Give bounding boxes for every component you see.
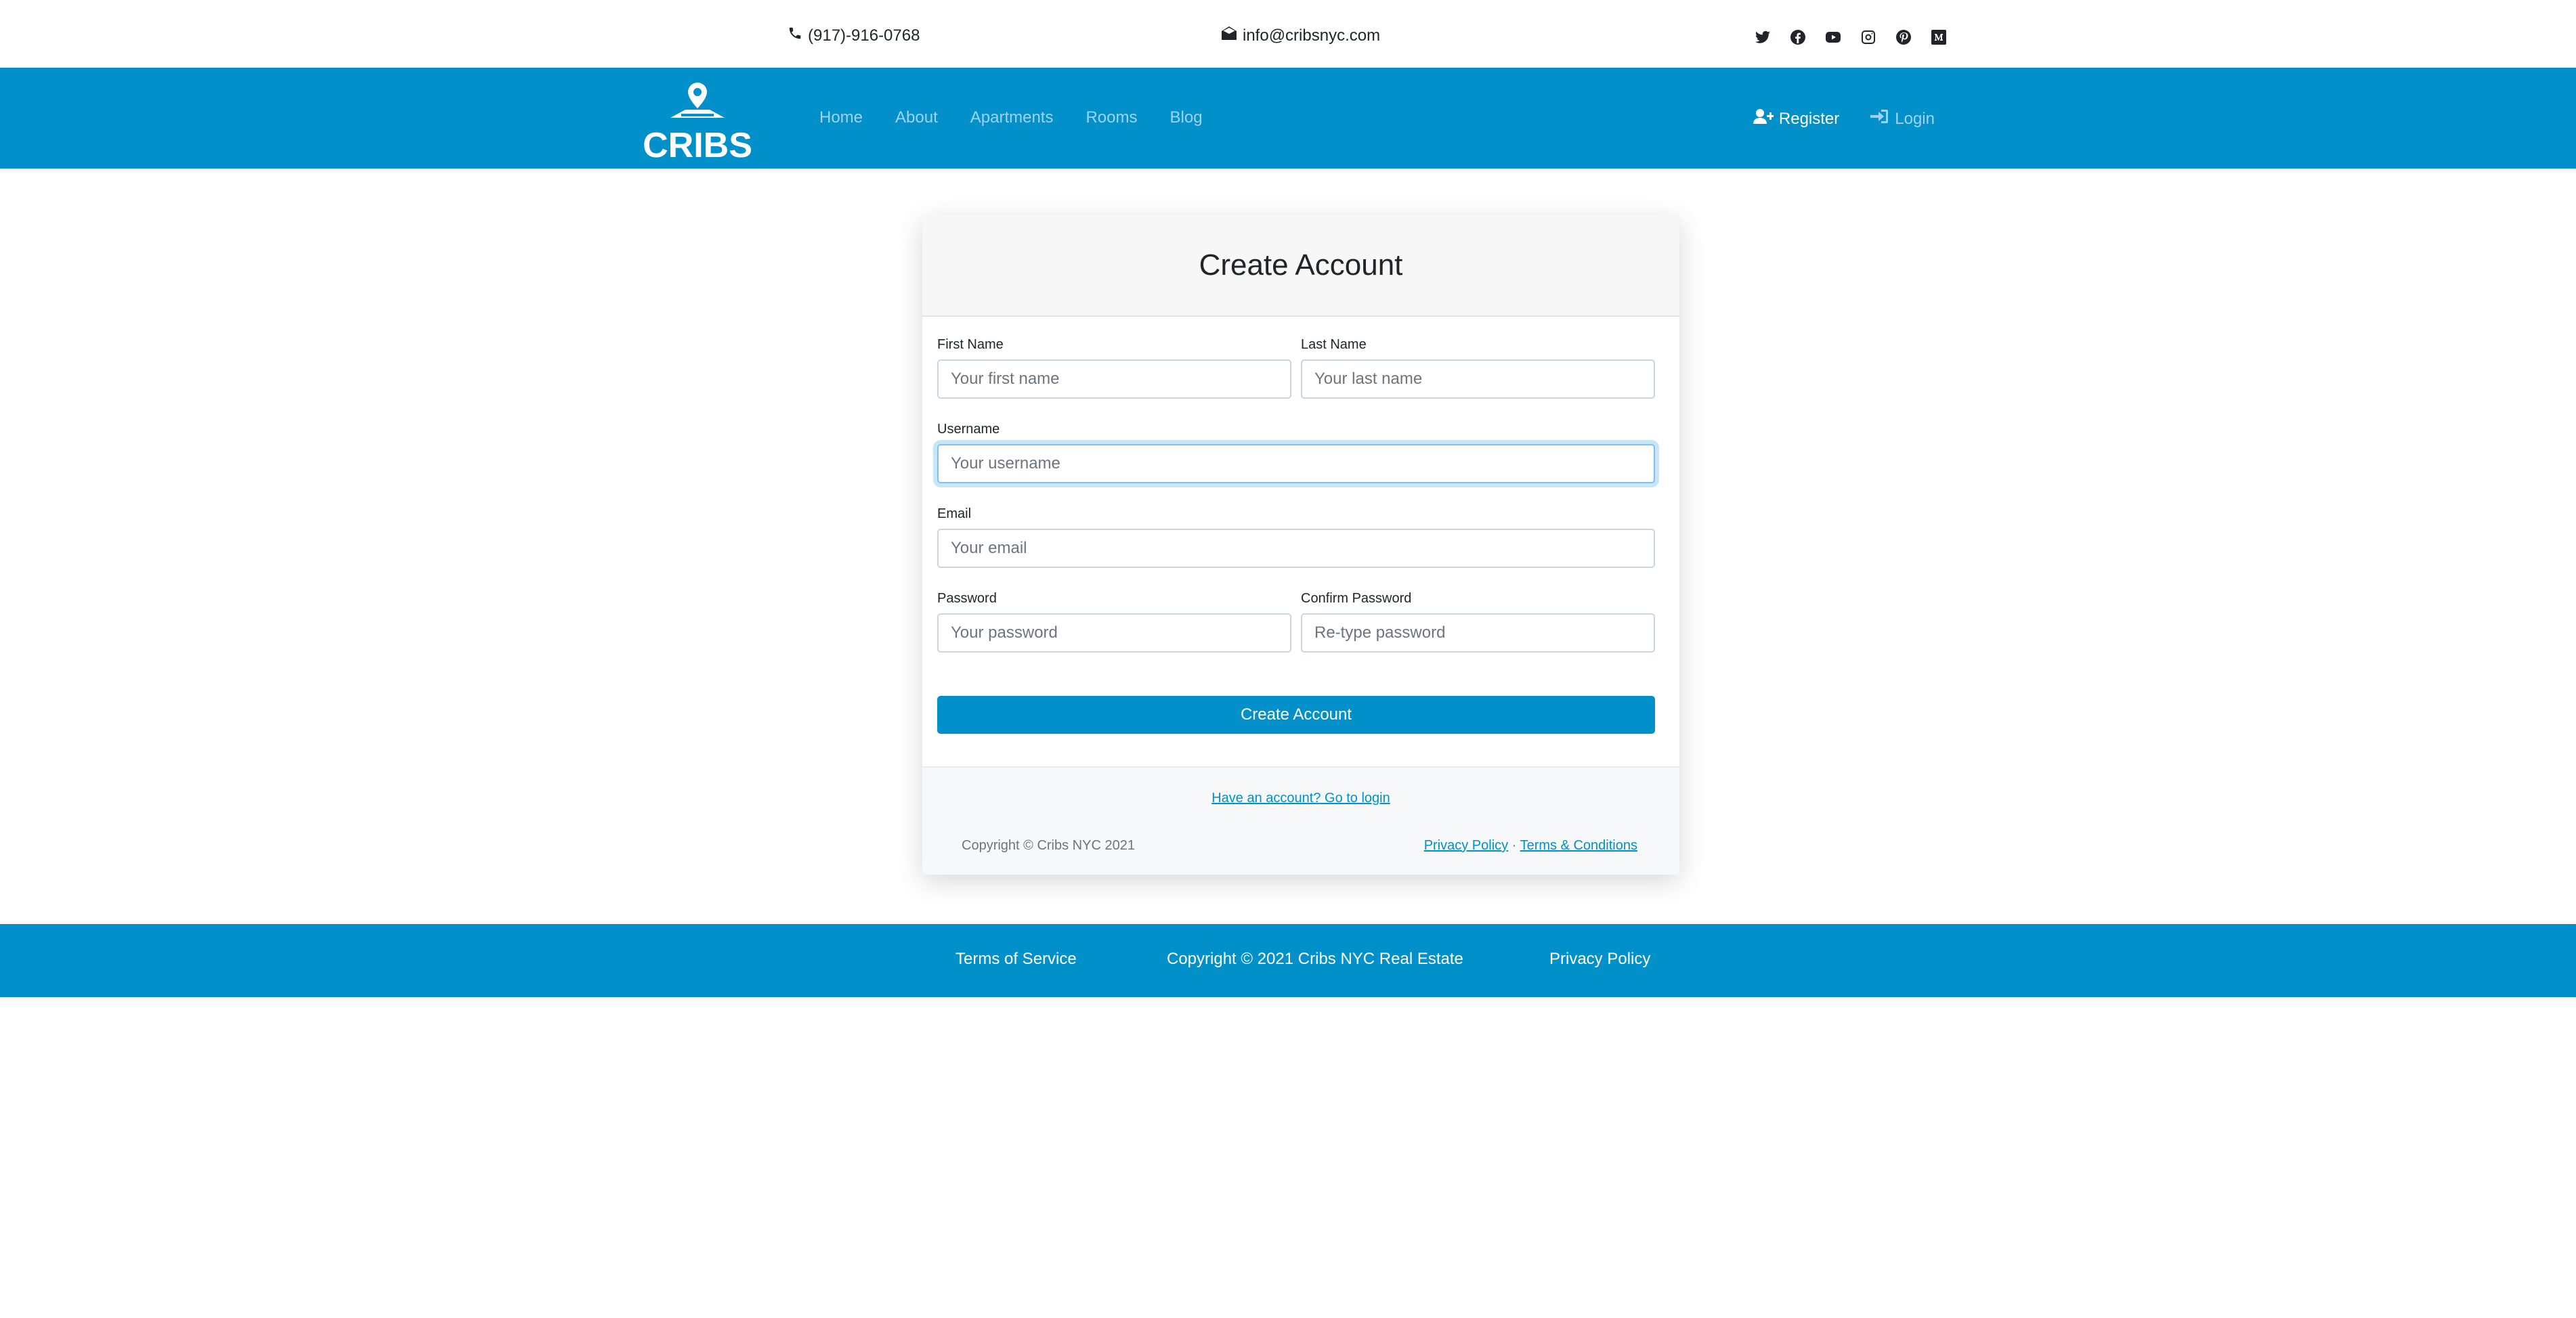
instagram-icon[interactable] (1860, 28, 1877, 46)
register-link[interactable]: Register (1753, 108, 1839, 129)
user-plus-icon (1753, 108, 1774, 129)
confirm-password-group: Confirm Password (1301, 591, 1655, 653)
footer-privacy-link[interactable]: Privacy Policy (1549, 950, 1650, 969)
email-group: Email (937, 506, 1655, 568)
phone-icon (788, 26, 802, 45)
first-name-group: First Name (937, 337, 1291, 399)
card-legal-links: Privacy Policy · Terms & Conditions (1424, 838, 1637, 854)
primary-nav: Home About Apartments Rooms Blog (819, 108, 1203, 127)
top-contact-bar: (917)-916-0768 info@cribsnyc.com (0, 0, 2576, 68)
site-footer: Terms of Service Copyright © 2021 Cribs … (0, 924, 2576, 997)
nav-rooms[interactable]: Rooms (1086, 108, 1137, 127)
username-label: Username (937, 422, 1000, 437)
login-link[interactable]: Login (1869, 108, 1935, 129)
password-group: Password (937, 591, 1291, 653)
facebook-icon[interactable] (1789, 28, 1807, 46)
password-input[interactable] (937, 613, 1291, 653)
footer-copyright: Copyright © 2021 Cribs NYC Real Estate (1167, 950, 1463, 968)
cribs-logo[interactable]: CRIBS (643, 74, 752, 165)
confirm-password-input[interactable] (1301, 613, 1655, 653)
password-label: Password (937, 591, 997, 606)
nav-apartments[interactable]: Apartments (970, 108, 1054, 127)
twitter-icon[interactable] (1754, 28, 1772, 46)
username-group: Username (937, 422, 1655, 483)
last-name-input[interactable] (1301, 359, 1655, 399)
email-address: info@cribsnyc.com (1243, 26, 1381, 45)
page-title: Create Account (1199, 248, 1403, 282)
phone-number: (917)-916-0768 (808, 26, 920, 45)
card-footer: Have an account? Go to login Copyright ©… (922, 766, 1679, 875)
login-label: Login (1895, 109, 1935, 128)
first-name-label: First Name (937, 337, 1004, 352)
footer-terms-link[interactable]: Terms of Service (956, 950, 1077, 969)
last-name-label: Last Name (1301, 337, 1367, 352)
social-links (1754, 28, 1948, 46)
email-contact[interactable]: info@cribsnyc.com (1221, 26, 1380, 45)
first-name-input[interactable] (937, 359, 1291, 399)
nav-about[interactable]: About (895, 108, 938, 127)
registration-form: First Name Last Name Username Email Pass… (937, 337, 1655, 676)
create-account-button[interactable]: Create Account (937, 696, 1655, 734)
account-nav: Register Login (1753, 108, 1935, 129)
phone-contact[interactable]: (917)-916-0768 (788, 26, 920, 45)
link-separator: · (1508, 838, 1520, 853)
last-name-group: Last Name (1301, 337, 1655, 399)
nav-home[interactable]: Home (819, 108, 863, 127)
username-input[interactable] (937, 444, 1655, 483)
nav-blog[interactable]: Blog (1170, 108, 1203, 127)
confirm-password-label: Confirm Password (1301, 591, 1412, 606)
email-label: Email (937, 506, 972, 521)
create-account-card: Create Account First Name Last Name User… (922, 215, 1679, 875)
logo-wordmark: CRIBS (643, 126, 752, 162)
go-to-login-link[interactable]: Have an account? Go to login (1211, 791, 1390, 806)
envelope-icon (1221, 26, 1237, 45)
card-copyright: Copyright © Cribs NYC 2021 (962, 838, 1135, 853)
privacy-policy-link[interactable]: Privacy Policy (1424, 838, 1508, 853)
login-prompt: Have an account? Go to login (922, 791, 1679, 806)
register-label: Register (1778, 109, 1840, 128)
main-navbar: CRIBS Home About Apartments Rooms Blog R… (0, 68, 2576, 169)
sign-in-icon (1869, 108, 1889, 129)
youtube-icon[interactable] (1824, 28, 1842, 46)
pinterest-icon[interactable] (1895, 28, 1912, 46)
card-header: Create Account (922, 215, 1679, 317)
terms-conditions-link[interactable]: Terms & Conditions (1520, 838, 1637, 853)
email-input[interactable] (937, 529, 1655, 568)
medium-icon[interactable] (1930, 28, 1948, 46)
